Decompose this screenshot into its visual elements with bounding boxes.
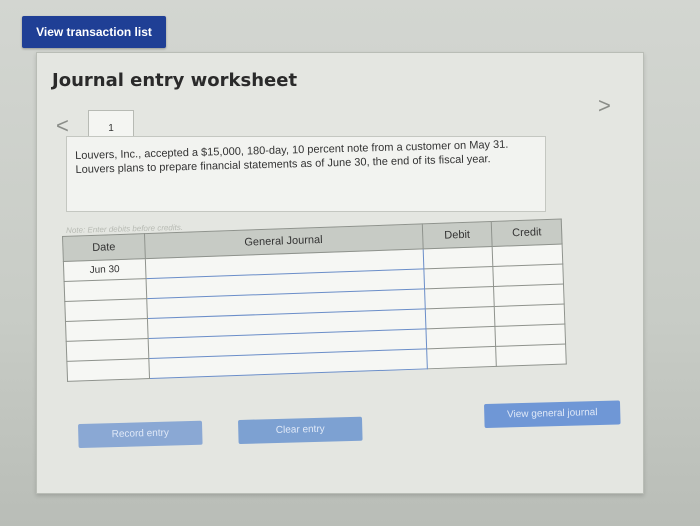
view-general-journal-button[interactable]: View general journal [484, 400, 621, 428]
debit-cell[interactable] [426, 346, 497, 369]
date-cell[interactable] [66, 358, 150, 382]
debit-cell[interactable] [423, 266, 494, 289]
record-entry-button[interactable]: Record entry [78, 420, 203, 448]
credit-cell[interactable] [492, 244, 563, 267]
debit-column-header: Debit [421, 221, 493, 249]
view-transaction-list-button[interactable]: View transaction list [22, 16, 166, 48]
next-chevron-icon[interactable]: > [598, 95, 612, 117]
debit-cell[interactable] [422, 246, 494, 269]
debit-cell[interactable] [425, 326, 496, 349]
credit-cell[interactable] [495, 343, 567, 367]
debit-cell[interactable] [424, 306, 496, 329]
screen: View transaction list Journal entry work… [0, 0, 700, 526]
clear-entry-button[interactable]: Clear entry [238, 416, 363, 444]
prev-chevron-icon[interactable]: < [56, 115, 70, 137]
transaction-description: Louvers, Inc., accepted a $15,000, 180-d… [75, 138, 509, 176]
journal-table: Date General Journal Debit Credit Jun 30 [62, 219, 567, 382]
debit-cell[interactable] [424, 286, 495, 309]
journal-table-wrapper: Date General Journal Debit Credit Jun 30 [62, 219, 568, 412]
credit-cell[interactable] [493, 284, 565, 307]
credit-cell[interactable] [494, 304, 565, 327]
credit-cell[interactable] [495, 324, 566, 347]
page-title: Journal entry worksheet [52, 70, 298, 91]
credit-column-header: Credit [491, 219, 563, 247]
transaction-description-box: Louvers, Inc., accepted a $15,000, 180-d… [66, 136, 546, 212]
credit-cell[interactable] [493, 264, 564, 287]
date-column-header: Date [62, 233, 146, 262]
